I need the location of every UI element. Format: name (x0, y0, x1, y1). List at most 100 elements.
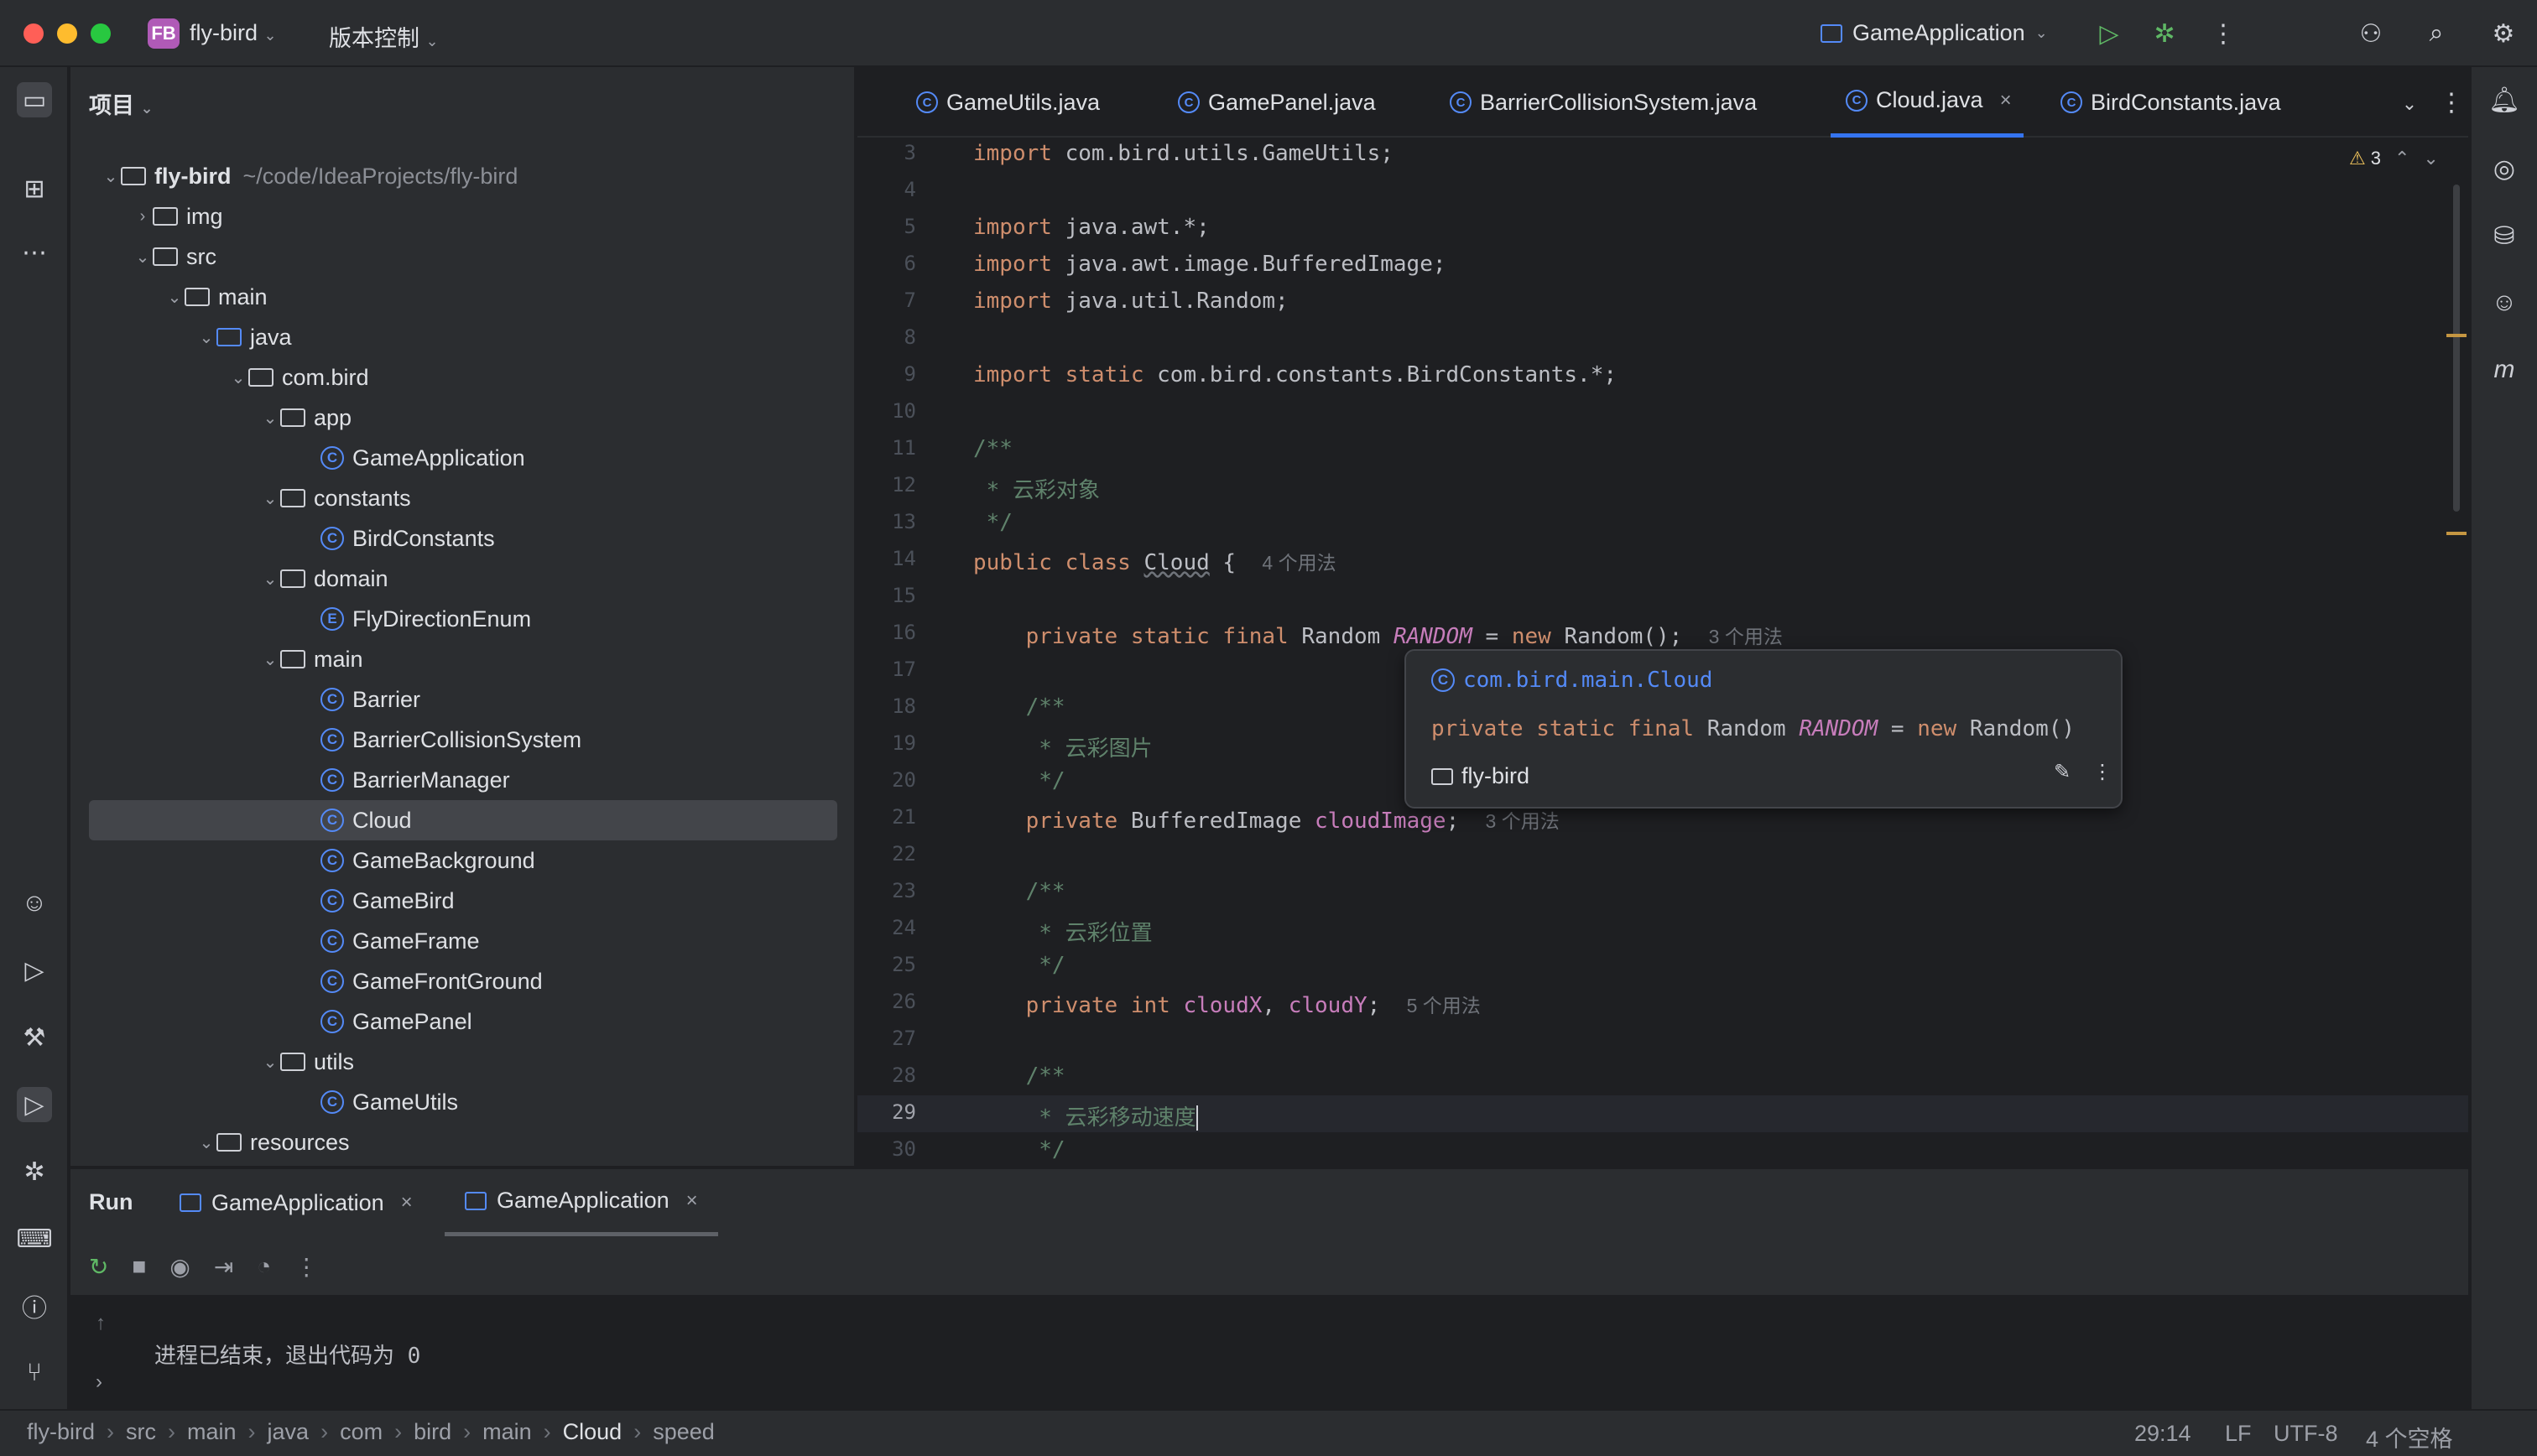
run-more-icon[interactable]: ⋮ (294, 1253, 318, 1281)
profiler-icon[interactable]: ◔ (257, 1253, 271, 1281)
tree-item[interactable]: C Cloud (89, 800, 837, 840)
tree-item[interactable]: ⌄ main (89, 277, 837, 317)
tree-item[interactable]: ⌄ domain (89, 559, 837, 599)
copilot-icon[interactable]: ☺ (2487, 285, 2522, 320)
structure-tool-icon[interactable]: ⊞ (17, 171, 52, 206)
edit-icon[interactable]: ✎ (2045, 755, 2079, 788)
tree-item[interactable]: ⌄ fly-bird ~/code/IdeaProjects/fly-bird (89, 156, 837, 196)
window-minimize-button[interactable] (57, 23, 77, 44)
tab-more-icon[interactable]: ⋮ (2435, 86, 2468, 119)
warning-marker[interactable] (2446, 334, 2467, 337)
tree-item[interactable]: C GameUtils (89, 1082, 837, 1122)
settings-icon[interactable]: ⚙ (2487, 17, 2520, 50)
run-icon[interactable]: ▷ (2092, 17, 2126, 50)
tree-item[interactable]: ⌄ java (89, 317, 837, 357)
tree-item[interactable]: ⌄ app (89, 398, 837, 438)
project-selector[interactable]: fly-bird ⌄ (190, 20, 277, 46)
expand-icon[interactable]: › (96, 1370, 102, 1394)
problems-icon[interactable]: ⓘ (17, 1288, 52, 1323)
debug-tool-icon[interactable]: ✲ (17, 1154, 52, 1189)
database-icon[interactable]: ⛁ (2487, 218, 2522, 253)
editor-tab[interactable]: C GameUtils.java (916, 67, 1100, 138)
editor-tab[interactable]: C GamePanel.java (1178, 67, 1376, 138)
tree-item[interactable]: ⌄ com.bird (89, 357, 837, 398)
chevron-down-icon[interactable]: ⌄ (260, 569, 280, 590)
breadcrumb-item[interactable]: src (126, 1419, 156, 1445)
project-tool-icon[interactable]: ▭ (17, 82, 52, 117)
tree-item[interactable]: C GameBird (89, 881, 837, 921)
chevron-right-icon[interactable]: › (133, 207, 153, 226)
inspection-widget[interactable]: ⚠ 3 ⌃ ⌄ (2349, 148, 2439, 169)
vcs-menu[interactable]: 版本控制 ⌄ (329, 20, 439, 53)
tree-item[interactable]: C GamePanel (89, 1001, 837, 1042)
tree-item[interactable]: C GameBackground (89, 840, 837, 881)
services-icon[interactable]: ☺ (17, 886, 52, 921)
notifications-icon[interactable]: 🔔︎ (2487, 82, 2522, 117)
window-close-button[interactable] (23, 23, 44, 44)
tree-item[interactable]: ⌄ main (89, 639, 837, 679)
restore-layout-icon[interactable]: ⇥ (214, 1253, 233, 1281)
chevron-up-icon[interactable]: ⌃ (2394, 148, 2409, 169)
tree-item[interactable]: › img (89, 196, 837, 237)
stop-icon[interactable]: ■ (132, 1253, 146, 1281)
rerun-icon[interactable]: ↻ (89, 1253, 108, 1281)
chevron-down-icon[interactable]: ⌄ (260, 649, 280, 670)
run-console[interactable] (70, 1295, 2468, 1411)
editor-scrollbar[interactable] (2453, 185, 2460, 512)
tree-item[interactable]: E FlyDirectionEnum (89, 599, 837, 639)
breadcrumb-item[interactable]: com (340, 1419, 383, 1445)
close-icon[interactable]: × (686, 1189, 698, 1213)
breadcrumb-item[interactable]: main (187, 1419, 237, 1445)
terminal-icon[interactable]: ⌨ (16, 1221, 52, 1256)
search-icon[interactable]: ⌕ (2420, 17, 2453, 50)
breadcrumb-item[interactable]: Cloud (563, 1419, 623, 1445)
tree-item[interactable]: ⌄ src (89, 237, 837, 277)
file-encoding[interactable]: UTF-8 (2274, 1421, 2338, 1447)
tree-item[interactable]: C BarrierManager (89, 760, 837, 800)
maven-icon[interactable]: m (2487, 352, 2522, 387)
indent-setting[interactable]: 4 个空格 (2366, 1421, 2453, 1453)
close-icon[interactable]: × (2000, 89, 2012, 112)
tree-item[interactable]: C GameFrontGround (89, 961, 837, 1001)
editor-tab[interactable]: C Cloud.java × (1831, 67, 2024, 138)
chevron-down-icon[interactable]: ⌄ (196, 327, 216, 348)
run-tab[interactable]: GameApplication × (445, 1169, 718, 1236)
scroll-up-icon[interactable]: ↑ (96, 1312, 106, 1335)
more-actions-icon[interactable]: ⋮ (2206, 17, 2240, 50)
tree-item[interactable]: ⌄ utils (89, 1042, 837, 1082)
tree-item[interactable]: C BirdConstants (89, 518, 837, 559)
git-icon[interactable]: ⑂ (17, 1355, 52, 1391)
project-badge[interactable]: FB (148, 18, 180, 49)
tree-item[interactable]: C GameApplication (89, 438, 837, 478)
breadcrumb-item[interactable]: java (268, 1419, 310, 1445)
warning-marker[interactable] (2446, 532, 2467, 535)
caret-position[interactable]: 29:14 (2134, 1421, 2191, 1447)
tree-item[interactable]: C GameFrame (89, 921, 837, 961)
breadcrumb-item[interactable]: speed (653, 1419, 715, 1445)
more-tools-icon[interactable]: ⋯ (17, 235, 52, 270)
window-maximize-button[interactable] (91, 23, 111, 44)
run-config-selector[interactable]: GameApplication ⌄ (1821, 20, 2048, 46)
chevron-down-icon[interactable]: ⌄ (228, 367, 248, 388)
close-icon[interactable]: × (401, 1191, 413, 1214)
screenshot-icon[interactable]: ◉ (169, 1253, 190, 1281)
add-user-icon[interactable]: ⚇ (2354, 17, 2388, 50)
editor-tab[interactable]: C BirdConstants.java (2060, 67, 2281, 138)
chevron-down-icon[interactable]: ⌄ (101, 166, 121, 187)
ai-assistant-icon[interactable]: ◎ (2487, 151, 2522, 186)
chevron-down-icon[interactable]: ⌄ (2423, 148, 2438, 169)
tree-item[interactable]: C Barrier (89, 679, 837, 720)
editor-tab[interactable]: C BarrierCollisionSystem.java (1450, 67, 1757, 138)
popup-qualified-name-row[interactable]: Ccom.bird.main.Cloud (1431, 668, 1712, 693)
popup-more-icon[interactable]: ⋮ (2086, 755, 2119, 788)
tree-item[interactable]: ⌄ resources (89, 1122, 837, 1162)
run-dashboard-icon[interactable]: ▷ (17, 953, 52, 988)
breadcrumb-item[interactable]: bird (414, 1419, 451, 1445)
chevron-down-icon[interactable]: ⌄ (133, 247, 153, 268)
breadcrumb-item[interactable]: main (482, 1419, 532, 1445)
project-panel-header[interactable]: 项目 ⌄ (89, 87, 154, 120)
line-separator[interactable]: LF (2225, 1421, 2252, 1447)
tree-item[interactable]: C BarrierCollisionSystem (89, 720, 837, 760)
tree-item[interactable]: ⌄ constants (89, 478, 837, 518)
debug-icon[interactable]: ✲ (2148, 17, 2181, 50)
